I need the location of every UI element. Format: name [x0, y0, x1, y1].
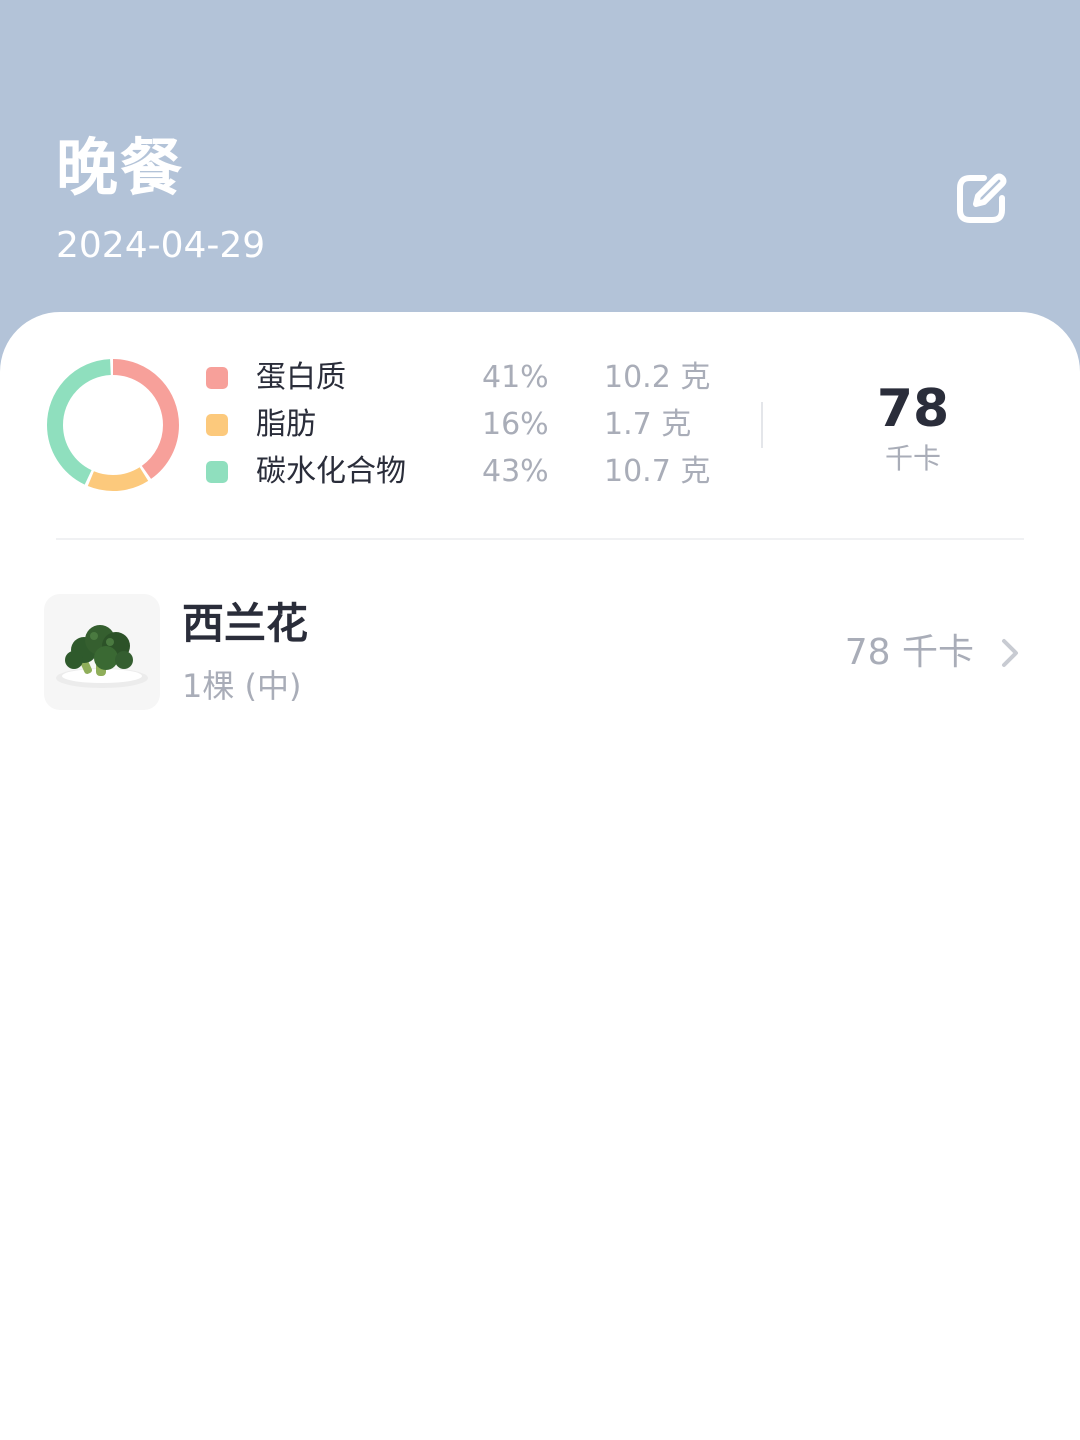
edit-icon [957, 173, 1007, 223]
meal-title: 晚餐 [56, 131, 185, 204]
macro-donut-chart [47, 359, 179, 491]
macro-percent: 16% [482, 407, 549, 442]
fat-color-dot [206, 414, 228, 436]
total-calories: 78 [876, 379, 950, 439]
macro-row-carbs: 碳水化合物 43% 10.7 克 [204, 450, 724, 494]
macro-percent: 41% [482, 360, 549, 395]
macro-grams: 10.2 克 [604, 360, 711, 395]
food-item[interactable]: 西兰花 1棵 (中) 78 千卡 [0, 580, 1080, 726]
macro-name: 蛋白质 [256, 360, 346, 395]
section-divider [56, 538, 1024, 540]
protein-color-dot [206, 367, 228, 389]
edit-button[interactable] [946, 162, 1018, 234]
total-calories-unit: 千卡 [884, 442, 941, 475]
macro-name: 碳水化合物 [256, 454, 406, 489]
macro-row-fat: 脂肪 16% 1.7 克 [204, 403, 724, 447]
header: 晚餐 2024-04-29 [0, 0, 1080, 340]
macro-grams: 1.7 克 [604, 407, 692, 442]
food-name: 西兰花 [182, 599, 309, 648]
carbs-color-dot [206, 461, 228, 483]
macro-row-protein: 蛋白质 41% 10.2 克 [204, 356, 724, 400]
summary-divider [761, 402, 763, 448]
chevron-right-icon [1002, 639, 1018, 667]
food-calories: 78 千卡 [844, 632, 974, 673]
macro-percent: 43% [482, 454, 549, 489]
food-image [44, 594, 160, 710]
food-portion: 1棵 (中) [182, 667, 302, 705]
meal-date: 2024-04-29 [56, 225, 266, 266]
macro-grams: 10.7 克 [604, 454, 711, 489]
macro-name: 脂肪 [256, 407, 316, 442]
